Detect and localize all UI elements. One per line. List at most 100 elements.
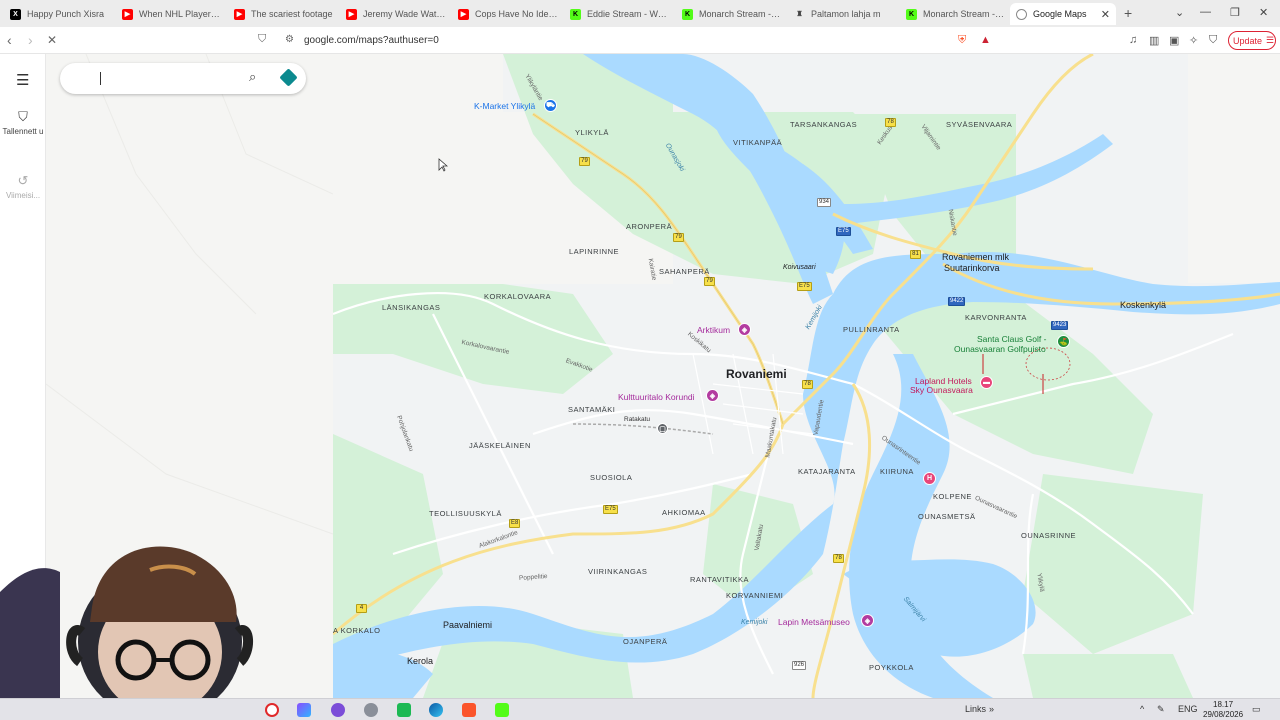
close-tab-icon[interactable]: ✕ (1097, 8, 1110, 21)
edge-icon[interactable] (429, 703, 443, 717)
label-sahanpera[interactable]: SAHANPERÄ (659, 267, 710, 276)
tab-2[interactable]: ▶ When NHL Players We (116, 3, 228, 25)
tab-3[interactable]: ▶ The scariest footage (228, 3, 340, 25)
vpn-icon[interactable]: ⛉ (1209, 34, 1217, 47)
label-korvanniemi[interactable]: KORVANNIEMI (726, 591, 783, 600)
url-field[interactable]: google.com/maps?authuser=0 (304, 35, 439, 46)
label-ounasrinne[interactable]: OUNASRINNE (1021, 531, 1076, 540)
tab-7[interactable]: K Monarch Stream - Wat (676, 3, 788, 25)
forward-icon[interactable]: › (28, 32, 33, 48)
back-icon[interactable]: ‹ (7, 32, 12, 48)
tab-search-icon[interactable]: ⌄ (1175, 6, 1184, 19)
label-paavalniemi[interactable]: Paavalniemi (443, 620, 492, 630)
label-ratakatu[interactable]: Ratakatu (624, 416, 650, 423)
new-tab-button[interactable]: + (1124, 5, 1132, 21)
directions-icon[interactable] (279, 68, 298, 87)
label-rantavitikka[interactable]: RANTAVITIKKA (690, 575, 749, 584)
label-suutarinkorva[interactable]: Suutarinkorva (944, 263, 1000, 273)
discord-icon[interactable] (331, 703, 345, 717)
train-station-icon[interactable]: ▢ (657, 423, 668, 434)
tab-6[interactable]: K Eddie Stream - Watch (564, 3, 676, 25)
app-icon[interactable] (297, 703, 311, 717)
tab-9[interactable]: K Monarch Stream - Wat (900, 3, 1012, 25)
label-pullinranta[interactable]: PULLINRANTA (843, 325, 900, 334)
label-koskenkyla[interactable]: Koskenkylä (1120, 300, 1166, 310)
pen-icon[interactable]: ✎ (1157, 704, 1165, 715)
notification-icon[interactable]: ▭ (1252, 704, 1261, 715)
sidebar-toggle-icon[interactable]: ▥ (1149, 34, 1159, 47)
saved-button[interactable]: ⛉ Tallennett u (0, 109, 46, 136)
hamburger-menu-icon[interactable]: ☰ (16, 71, 29, 89)
label-viirinkangas[interactable]: VIIRINKANGAS (588, 567, 647, 576)
hospital-icon[interactable]: H (923, 472, 936, 485)
label-rovaniemi[interactable]: Rovaniemi (726, 367, 787, 381)
label-karvonranta[interactable]: KARVONRANTA (965, 313, 1027, 322)
label-korundi[interactable]: Kulttuuritalo Korundi (618, 392, 695, 402)
label-jaaskelainen[interactable]: JÄÄSKELÄINEN (469, 441, 531, 450)
label-rovaniemen-mlk[interactable]: Rovaniemen mlk (942, 252, 1009, 262)
label-metsamuseo[interactable]: Lapin Metsämuseo (778, 617, 850, 627)
shopping-cart-icon[interactable]: ⛟ (544, 99, 557, 112)
media-icon[interactable]: ♫ (1129, 34, 1137, 46)
links-toolbar[interactable]: Links (965, 704, 986, 714)
label-korkalovaara[interactable]: KORKALOVAARA (484, 292, 551, 301)
brave-rewards-icon[interactable]: ▲ (980, 34, 991, 46)
site-settings-icon[interactable]: ⚙ (285, 34, 294, 45)
map-canvas[interactable]: Rovaniemi K-Market Ylikylä ⛟ YLIKYLÄ TAR… (333, 54, 1280, 698)
kick-app-icon[interactable] (495, 703, 509, 717)
restore-icon[interactable]: ❐ (1230, 6, 1240, 19)
label-santa-claus-golf[interactable]: Santa Claus Golf - (977, 334, 1046, 344)
update-button[interactable]: Update ☰ (1228, 31, 1276, 50)
wallet-icon[interactable]: ▣ (1169, 34, 1179, 47)
label-syvasenvaara[interactable]: SYVÄSENVAARA (946, 120, 1012, 129)
steam-icon[interactable] (364, 703, 378, 717)
tab-4[interactable]: ▶Jeremy Wade Watches (340, 3, 452, 25)
label-teollisuuskyla[interactable]: TEOLLISUUSKYLÄ (429, 509, 502, 518)
label-ounasmetsa[interactable]: OUNASMETSÄ (918, 512, 976, 521)
brave-icon[interactable] (462, 703, 476, 717)
label-golfpuisto[interactable]: Ounasvaaran Golfpuisto (954, 344, 1046, 354)
close-window-icon[interactable]: ✕ (1259, 6, 1268, 19)
label-kolpene[interactable]: KOLPENE (933, 492, 972, 501)
bookmark-icon[interactable]: ⛉ (258, 33, 266, 46)
label-vitikanpaa[interactable]: VITIKANPÄÄ (733, 138, 782, 147)
language-indicator[interactable]: ENG (1178, 704, 1198, 714)
museum-icon[interactable]: ◈ (738, 323, 751, 336)
label-ylikyla[interactable]: YLIKYLÄ (575, 128, 609, 137)
minimize-icon[interactable]: — (1200, 6, 1211, 18)
tab-8[interactable]: ♜ Paltamon lahja m (788, 3, 900, 25)
opera-icon[interactable] (265, 703, 279, 717)
leo-ai-icon[interactable]: ✧ (1189, 34, 1198, 47)
hotel-icon[interactable]: ▬ (980, 376, 993, 389)
label-sky-ounasvaara[interactable]: Sky Ounasvaara (910, 385, 973, 395)
golf-icon[interactable]: ⛳ (1057, 335, 1070, 348)
label-korkalo[interactable]: A KORKALO (333, 626, 380, 635)
chevron-icon[interactable]: » (989, 704, 994, 714)
label-suosiola[interactable]: SUOSIOLA (590, 473, 632, 482)
label-kerola[interactable]: Kerola (407, 656, 433, 666)
museum-icon[interactable]: ◈ (706, 389, 719, 402)
label-santamaki[interactable]: SANTAMÄKI (568, 405, 615, 414)
label-ojanpera[interactable]: OJANPERÄ (623, 637, 667, 646)
maps-search-box[interactable]: ⌕ (60, 63, 306, 94)
museum-icon[interactable]: ◈ (861, 614, 874, 627)
tab-google-maps[interactable]: Google Maps ✕ (1010, 3, 1116, 25)
label-koivusaari[interactable]: Koivusaari (783, 264, 816, 271)
tab-5[interactable]: ▶ Cops Have No Idea Th (452, 3, 564, 25)
label-katajaranta[interactable]: KATAJARANTA (798, 467, 856, 476)
terminal-icon[interactable] (397, 703, 411, 717)
clock[interactable]: 18.17 29/08/2026 (1203, 700, 1243, 720)
label-poykkola[interactable]: POYKKOLA (869, 663, 914, 672)
label-tarsankangas[interactable]: TARSANKANGAS (790, 120, 857, 129)
stop-loading-icon[interactable]: ✕ (47, 33, 57, 47)
label-kmarket[interactable]: K-Market Ylikylä (474, 101, 535, 111)
tab-1[interactable]: X Happy Punch Xisra (4, 3, 116, 25)
label-aronpera[interactable]: ARONPERÄ (626, 222, 672, 231)
search-icon[interactable]: ⌕ (249, 69, 256, 85)
brave-shield-icon[interactable]: ⛨ (958, 34, 966, 47)
label-kiiruna[interactable]: KIIRUNA (880, 467, 914, 476)
tray-overflow-icon[interactable]: ^ (1140, 704, 1144, 714)
label-lapinrinne[interactable]: LAPINRINNE (569, 247, 619, 256)
label-arktikum[interactable]: Arktikum (697, 325, 730, 335)
label-ahkiomaa[interactable]: AHKIOMAA (662, 508, 706, 517)
